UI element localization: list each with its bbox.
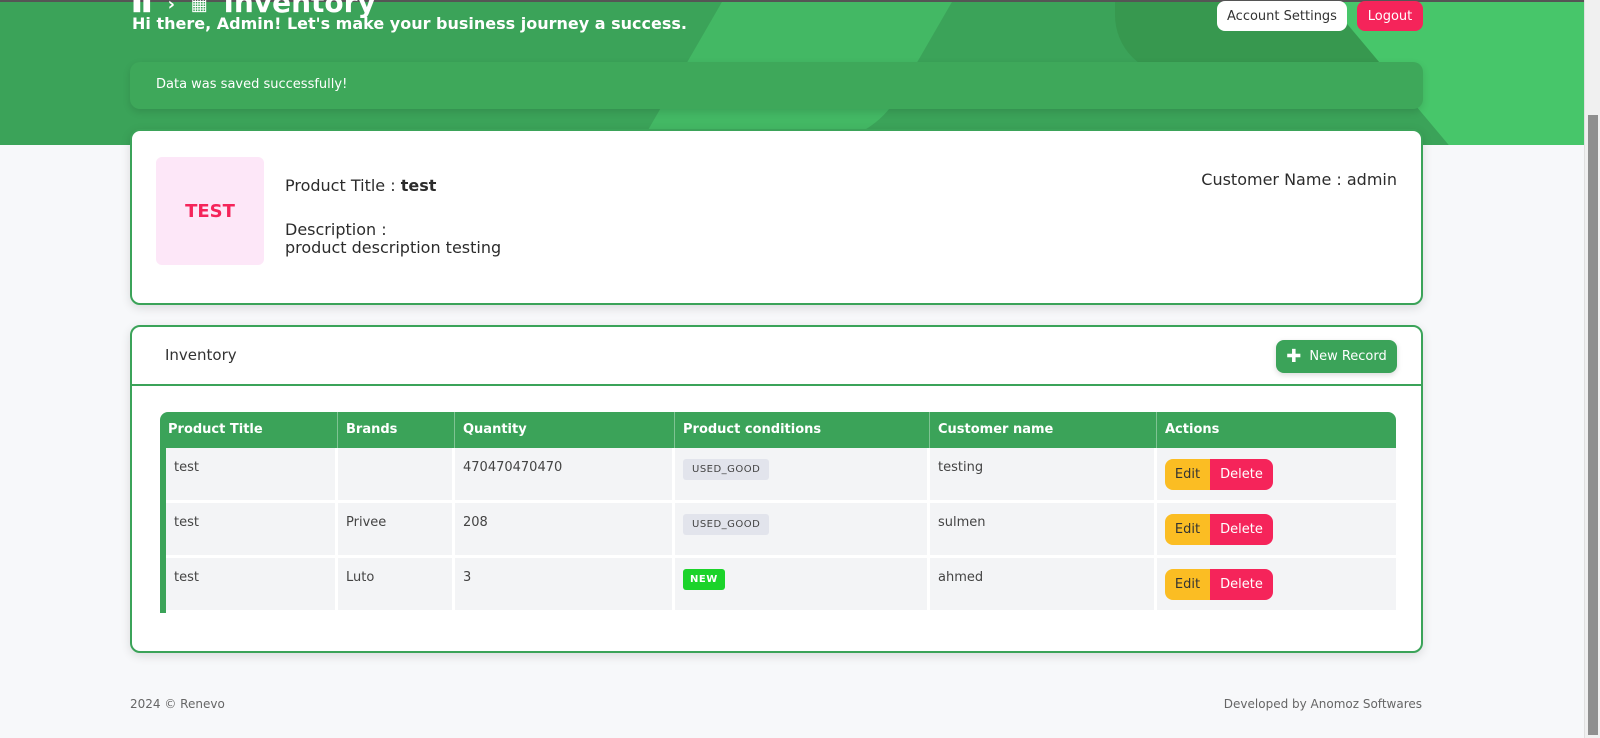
new-record-button[interactable]: ✚ New Record <box>1276 340 1397 373</box>
delete-button[interactable]: Delete <box>1210 514 1273 545</box>
home-icon[interactable]: ▮▮ <box>132 0 152 15</box>
edit-button[interactable]: Edit <box>1165 569 1210 600</box>
cell-product-title: test <box>166 558 338 613</box>
column-header[interactable]: Product Title <box>160 412 338 448</box>
product-description-label: Description : <box>285 220 387 239</box>
greeting-text: Hi there, Admin! Let's make your busines… <box>132 14 687 33</box>
cell-product-title: test <box>166 448 338 503</box>
footer-copyright: 2024 © Renevo <box>130 697 225 711</box>
edit-button[interactable]: Edit <box>1165 514 1210 545</box>
cell-customer: testing <box>930 448 1157 503</box>
cell-actions: Edit Delete <box>1157 558 1396 613</box>
inventory-table: Product Title Brands Quantity Product co… <box>160 412 1396 613</box>
table-row: test Privee 208 USED_GOOD sulmen Edit Del… <box>160 503 1396 558</box>
cell-brand <box>338 448 455 503</box>
chevron-right-icon: › <box>167 0 175 15</box>
delete-button[interactable]: Delete <box>1210 569 1273 600</box>
table-row: test Luto 3 NEW ahmed Edit Delete <box>160 558 1396 613</box>
column-header[interactable]: Quantity <box>455 412 675 448</box>
cell-customer: ahmed <box>930 558 1157 613</box>
cell-condition: NEW <box>675 558 930 613</box>
cell-quantity: 3 <box>455 558 675 613</box>
cell-brand: Privee <box>338 503 455 558</box>
cell-quantity: 470470470470 <box>455 448 675 503</box>
cell-product-title: test <box>166 503 338 558</box>
customer-name-value: admin <box>1346 170 1397 189</box>
customer-name: Customer Name : admin <box>1201 170 1397 189</box>
plus-icon: ✚ <box>1286 345 1302 367</box>
cell-quantity: 208 <box>455 503 675 558</box>
new-record-label: New Record <box>1309 349 1387 364</box>
product-title: Product Title : test <box>285 176 436 195</box>
column-header[interactable]: Customer name <box>930 412 1157 448</box>
column-header: Actions <box>1165 422 1220 437</box>
inventory-title: Inventory <box>165 346 237 364</box>
cell-actions: Edit Delete <box>1157 503 1396 558</box>
product-title-label: Product Title : <box>285 176 401 195</box>
product-thumbnail: TEST <box>156 157 264 265</box>
page-scrollbar[interactable] <box>1584 0 1600 738</box>
grid-icon: ▦ <box>190 0 208 15</box>
footer-credit[interactable]: Developed by Anomoz Softwares <box>1224 697 1422 711</box>
condition-badge: USED_GOOD <box>683 514 770 535</box>
cell-condition: USED_GOOD <box>675 448 930 503</box>
column-header[interactable]: Brands <box>338 412 455 448</box>
success-alert: Data was saved successfully! <box>130 62 1423 109</box>
inventory-header: Inventory ✚ New Record <box>132 327 1421 386</box>
cell-brand: Luto <box>338 558 455 613</box>
condition-badge: NEW <box>683 569 725 590</box>
cell-actions: Edit Delete <box>1157 448 1396 503</box>
edit-button[interactable]: Edit <box>1165 459 1210 490</box>
table-header: Product Title Brands Quantity Product co… <box>160 412 1396 448</box>
logout-button[interactable]: Logout <box>1357 1 1423 31</box>
product-title-value: test <box>400 176 437 195</box>
table-row: test 470470470470 USED_GOOD testing Edit… <box>160 448 1396 503</box>
customer-name-label: Customer Name : <box>1201 170 1347 189</box>
column-header[interactable]: Product conditions <box>675 412 930 448</box>
condition-badge: USED_GOOD <box>683 459 770 480</box>
cell-condition: USED_GOOD <box>675 503 930 558</box>
inventory-card: Inventory ✚ New Record Product Title Bra… <box>130 325 1423 653</box>
scrollbar-thumb[interactable] <box>1588 115 1598 735</box>
account-settings-button[interactable]: Account Settings <box>1217 1 1347 31</box>
product-card: TEST Product Title : test Description : … <box>130 129 1423 305</box>
cell-customer: sulmen <box>930 503 1157 558</box>
product-description-value: product description testing <box>285 238 502 257</box>
delete-button[interactable]: Delete <box>1210 459 1273 490</box>
